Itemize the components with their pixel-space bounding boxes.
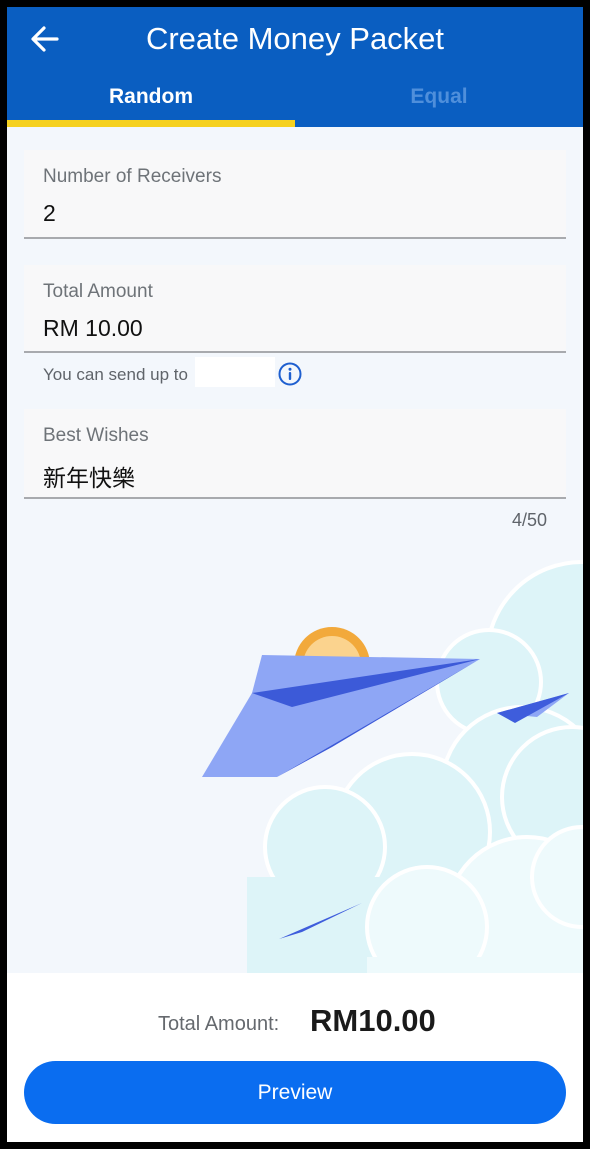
clouds	[247, 560, 583, 973]
preview-button[interactable]: Preview	[24, 1061, 566, 1124]
wishes-label: Best Wishes	[43, 425, 149, 446]
screen: Create Money Packet Random Equal Number …	[7, 7, 583, 1142]
amount-label: Total Amount	[43, 281, 153, 302]
info-button[interactable]	[278, 362, 302, 386]
tab-indicator	[7, 120, 295, 127]
paper-plane-illustration: RM	[202, 560, 583, 973]
receivers-field[interactable]: Number of Receivers 2	[24, 150, 566, 239]
receivers-label: Number of Receivers	[43, 166, 222, 187]
total-amount-label: Total Amount:	[158, 1013, 280, 1035]
info-icon	[278, 362, 302, 386]
app-bar: Create Money Packet Random Equal	[7, 7, 583, 127]
wishes-input[interactable]: 新年快樂	[43, 459, 135, 493]
amount-field[interactable]: Total Amount RM 10.00	[24, 265, 566, 353]
character-counter: 4/50	[511, 510, 547, 530]
send-limit-hint: You can send up to	[43, 365, 188, 384]
page-title: Create Money Packet	[145, 21, 445, 56]
send-limit-placeholder	[195, 357, 275, 387]
tab-equal[interactable]: Equal	[295, 83, 583, 111]
wishes-field[interactable]: Best Wishes 新年快樂	[24, 409, 566, 499]
total-amount-value: RM10.00	[310, 1003, 436, 1038]
tab-random[interactable]: Random	[7, 83, 295, 111]
receivers-input[interactable]: 2	[43, 200, 56, 227]
amount-input[interactable]: RM 10.00	[43, 315, 143, 342]
bottom-bar: Total Amount: RM10.00 Preview	[7, 973, 583, 1142]
